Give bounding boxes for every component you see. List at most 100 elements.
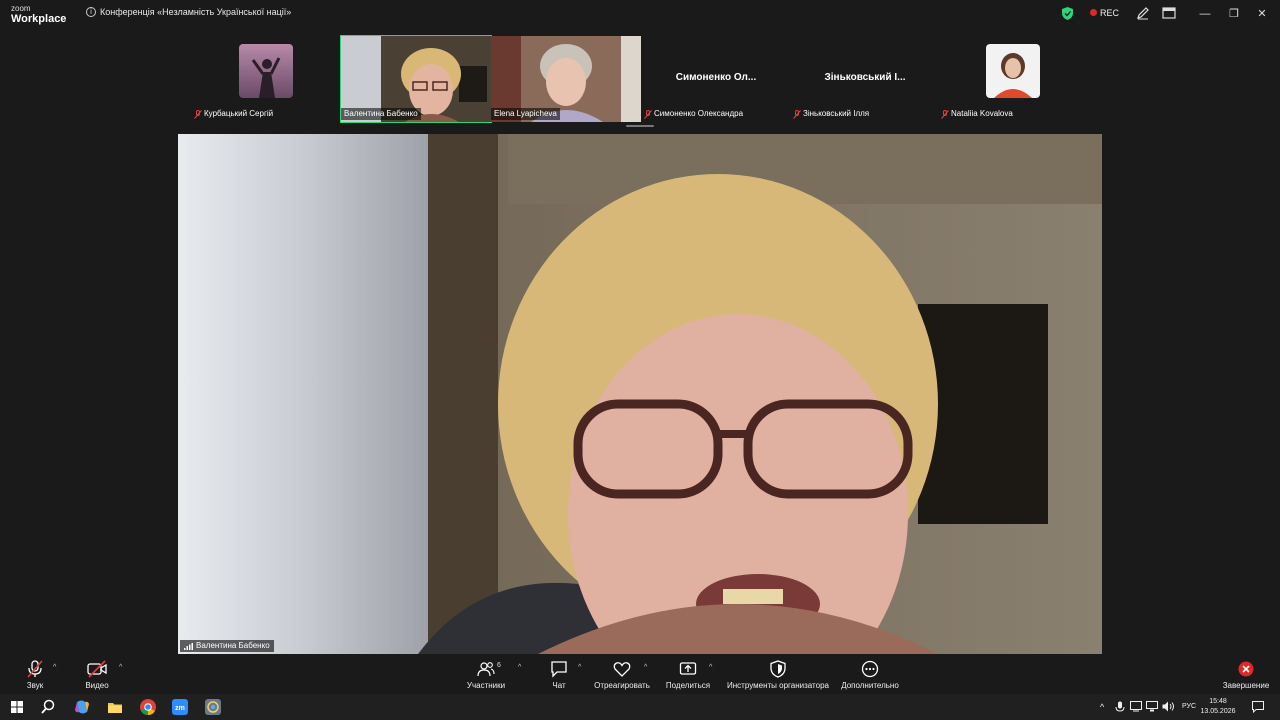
chat-icon — [551, 661, 567, 678]
chat-label: Чат — [552, 681, 566, 690]
mic-muted-icon — [194, 109, 202, 119]
react-options-caret[interactable]: ^ — [644, 664, 647, 671]
info-icon[interactable]: i — [86, 7, 96, 17]
copilot-icon[interactable] — [73, 698, 91, 716]
recording-label[interactable]: REC — [1100, 8, 1119, 18]
mic-muted-icon — [941, 109, 949, 119]
avatar — [986, 44, 1040, 98]
tray-overflow-icon[interactable]: ^ — [1100, 702, 1104, 712]
app-icon[interactable] — [204, 698, 222, 716]
more-icon — [861, 660, 879, 678]
participant-name: Валентина Бабенко — [344, 109, 418, 118]
zoom-app-icon[interactable]: zm — [171, 698, 189, 716]
strip-resize-handle[interactable] — [626, 125, 654, 127]
participant-name-tag: Валентина Бабенко — [341, 108, 421, 120]
mic-muted-icon — [793, 109, 801, 119]
audio-label: Звук — [26, 681, 44, 690]
mic-muted-icon — [27, 660, 43, 678]
clock-date: 13.05.2026 — [1200, 708, 1236, 715]
participant-tile[interactable]: Nataliia Kovalova — [938, 36, 1088, 122]
react-button[interactable]: Отреагировать — [592, 660, 652, 690]
participant-name: Elena Lyapicheva — [494, 109, 557, 118]
host-tools-label: Инструменты организатора — [727, 681, 829, 690]
audio-options-caret[interactable]: ^ — [53, 664, 56, 671]
participants-options-caret[interactable]: ^ — [518, 664, 521, 671]
share-label: Поделиться — [665, 681, 711, 690]
end-call-icon — [1238, 661, 1254, 677]
participants-count: 6 — [497, 662, 501, 669]
restore-button[interactable]: ❐ — [1226, 6, 1242, 22]
file-explorer-icon[interactable] — [106, 698, 124, 716]
host-tools-button[interactable]: Инструменты организатора — [725, 660, 831, 690]
participant-tile-active[interactable]: Валентина Бабенко — [340, 35, 492, 123]
participants-button[interactable]: Участники — [464, 660, 508, 690]
clock-time: 15:48 — [1209, 698, 1227, 705]
recording-dot-icon — [1090, 9, 1097, 16]
participant-tile[interactable]: Симоненко Ол... Симоненко Олександра — [641, 36, 791, 122]
tray-network-icon[interactable] — [1146, 701, 1158, 712]
video-button[interactable]: Видео — [82, 660, 112, 690]
svg-text:zm: zm — [175, 705, 185, 712]
participant-tile[interactable]: Курбацький Сергій — [191, 36, 341, 122]
participant-display-name: Симоненко Ол... — [675, 72, 757, 83]
host-shield-icon — [770, 660, 786, 678]
share-options-caret[interactable]: ^ — [709, 664, 712, 671]
windows-taskbar: zm ^ РУС 15:48 13.05.2026 — [0, 694, 1280, 720]
search-icon[interactable] — [39, 698, 57, 716]
logo-line2: Workplace — [11, 13, 67, 25]
heart-icon — [613, 662, 631, 677]
participant-name-tag: Elena Lyapicheva — [491, 108, 560, 120]
share-button[interactable]: Поделиться — [665, 660, 711, 690]
more-button[interactable]: Дополнительно — [839, 660, 901, 690]
tray-volume-icon[interactable] — [1162, 701, 1175, 712]
zoom-logo: zoom Workplace — [11, 5, 66, 25]
avatar — [239, 44, 293, 98]
input-language[interactable]: РУС — [1182, 703, 1196, 710]
chat-options-caret[interactable]: ^ — [578, 664, 581, 671]
participant-name-tag: Nataliia Kovalova — [938, 108, 1016, 120]
more-label: Дополнительно — [841, 681, 899, 690]
close-button[interactable]: ✕ — [1254, 6, 1270, 22]
logo-line1: zoom — [11, 4, 31, 13]
notifications-icon[interactable] — [1252, 701, 1264, 713]
video-options-caret[interactable]: ^ — [119, 664, 122, 671]
meeting-title: Конференція «Незламність Української нац… — [100, 7, 292, 17]
chrome-icon[interactable] — [139, 698, 157, 716]
video-label: Видео — [85, 681, 109, 690]
share-screen-icon — [679, 662, 697, 675]
speaker-name-tag: Валентина Бабенко — [180, 640, 274, 652]
participant-strip: Курбацький Сергій Валентина Бабенко Elen… — [0, 28, 1280, 128]
end-meeting-button[interactable]: Завершение — [1222, 660, 1270, 690]
minimize-button[interactable]: — — [1197, 6, 1213, 22]
audio-button[interactable]: Звук — [22, 660, 48, 690]
annotate-icon[interactable] — [1136, 6, 1150, 20]
tray-mic-icon[interactable] — [1115, 701, 1125, 713]
system-clock[interactable]: 15:48 13.05.2026 — [1200, 697, 1236, 717]
tray-display-icon[interactable] — [1130, 701, 1142, 712]
participant-tile[interactable]: Зіньковський І... Зіньковський Ілля — [790, 36, 940, 122]
participant-name-tag: Курбацький Сергій — [191, 108, 276, 120]
title-bar: zoom Workplace i Конференція «Незламніст… — [0, 0, 1280, 28]
speaker-video — [178, 134, 1102, 654]
main-video: Валентина Бабенко — [178, 134, 1102, 654]
shield-icon[interactable] — [1062, 7, 1073, 20]
react-label: Отреагировать — [594, 681, 650, 690]
participants-icon — [477, 662, 495, 677]
participants-label: Участники — [466, 681, 506, 690]
windows-start-icon[interactable] — [8, 698, 26, 716]
meeting-toolbar: Звук ^ Видео ^ Участники 6 ^ Чат ^ Отреа… — [0, 654, 1280, 694]
participant-name-tag: Симоненко Олександра — [641, 108, 746, 120]
speaker-name: Валентина Бабенко — [196, 641, 270, 650]
participant-display-name: Зіньковський І... — [824, 72, 906, 83]
camera-off-icon — [87, 660, 107, 678]
participant-name: Курбацький Сергій — [204, 109, 274, 118]
end-label: Завершение — [1222, 681, 1270, 690]
chat-button[interactable]: Чат — [548, 660, 570, 690]
mic-muted-icon — [644, 109, 652, 119]
participant-name-tag: Зіньковський Ілля — [790, 108, 872, 120]
participant-name: Зіньковський Ілля — [803, 109, 870, 118]
layout-grid-icon[interactable] — [1162, 6, 1176, 20]
participant-name: Nataliia Kovalova — [951, 109, 1013, 118]
participant-name: Симоненко Олександра — [654, 109, 744, 118]
participant-tile[interactable]: Elena Lyapicheva — [491, 36, 641, 122]
